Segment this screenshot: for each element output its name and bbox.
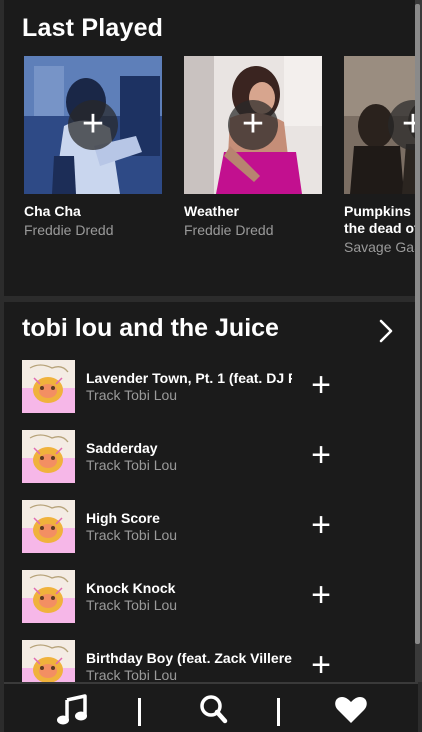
nav-favorites-button[interactable] [331,692,371,728]
track-row[interactable]: High Score Track Tobi Lou + [22,500,412,554]
last-played-card[interactable]: + Pumpkins s the dead of Savage GaS [344,56,415,256]
nav-music-button[interactable] [54,692,94,728]
track-title: Birthday Boy (feat. Zack Villere) [86,650,292,666]
music-note-icon [57,694,87,725]
track-artist: Track Tobi Lou [86,387,178,403]
track-title: High Score [86,510,160,526]
card-title-line2[interactable]: the dead of [344,220,415,237]
track-artist: Track Tobi Lou [86,527,178,543]
track-cover [22,570,75,623]
plus-icon: + [241,103,265,145]
card-title[interactable]: Cha Cha [24,203,162,220]
add-to-library-button[interactable]: + [68,100,118,150]
scrollbar-thumb[interactable] [415,4,420,644]
heart-icon [335,697,367,723]
track-row[interactable]: Lavender Town, Pt. 1 (feat. DJ P Track T… [22,360,412,414]
app-window: Last Played + Cha Cha Freddie Dredd + We… [0,0,422,732]
track-row[interactable]: Sadderday Track Tobi Lou + [22,430,412,484]
nav-separator [277,698,280,726]
chevron-right-icon[interactable] [376,318,396,344]
plus-icon: + [401,103,415,145]
track-cover [22,430,75,483]
add-to-library-button[interactable]: + [228,100,278,150]
card-artist[interactable]: Freddie Dredd [24,222,162,239]
album-art[interactable]: + [184,56,322,194]
album-title[interactable]: tobi lou and the Juice [22,314,279,343]
nav-search-button[interactable] [194,692,234,728]
add-track-button[interactable]: + [305,648,337,682]
nav-separator [138,698,141,726]
track-artist: Track Tobi Lou [86,457,178,473]
last-played-title: Last Played [22,14,164,42]
bottom-navigation [4,682,418,732]
track-cover [22,500,75,553]
last-played-card[interactable]: + Cha Cha Freddie Dredd [24,56,162,239]
card-artist[interactable]: Freddie Dredd [184,222,322,239]
add-track-button[interactable]: + [305,578,337,612]
add-track-button[interactable]: + [305,438,337,472]
add-track-button[interactable]: + [305,508,337,542]
track-artist: Track Tobi Lou [86,667,178,683]
track-artist: Track Tobi Lou [86,597,178,613]
card-title[interactable]: Pumpkins s [344,203,415,220]
plus-icon: + [81,103,105,145]
track-cover [22,360,75,413]
track-title: Knock Knock [86,580,176,596]
track-title: Lavender Town, Pt. 1 (feat. DJ P [86,370,292,386]
album-section: tobi lou and the Juice Lavender Town, Pt… [4,302,415,732]
add-to-library-button[interactable]: + [388,100,415,150]
card-artist[interactable]: Savage GaS [344,239,415,256]
search-icon [200,695,228,724]
album-art[interactable]: + [344,56,415,194]
card-title[interactable]: Weather [184,203,322,220]
track-title: Sadderday [86,440,158,456]
last-played-card[interactable]: + Weather Freddie Dredd [184,56,322,239]
add-track-button[interactable]: + [305,368,337,402]
last-played-section: Last Played + Cha Cha Freddie Dredd + We… [4,0,415,296]
album-art[interactable]: + [24,56,162,194]
track-row[interactable]: Knock Knock Track Tobi Lou + [22,570,412,624]
last-played-carousel[interactable]: + Cha Cha Freddie Dredd + Weather Freddi… [24,56,415,296]
